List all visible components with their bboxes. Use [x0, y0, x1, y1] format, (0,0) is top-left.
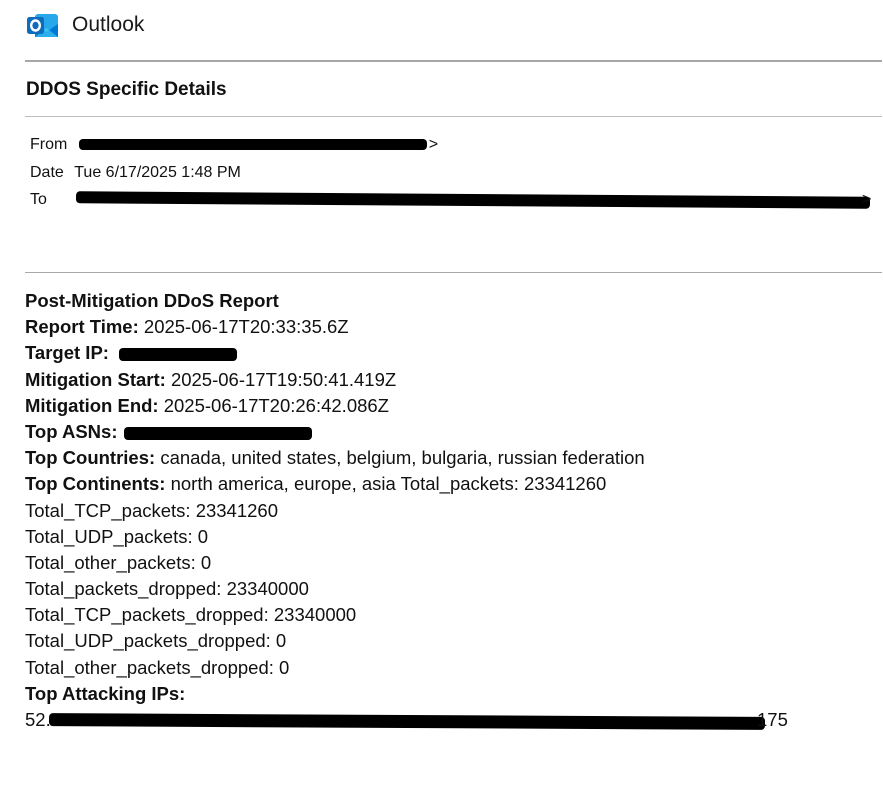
report-time-label: Report Time:	[25, 316, 139, 338]
report-body: Post-Mitigation DDoS Report Report Time:…	[25, 288, 875, 733]
outlook-logo-icon	[27, 14, 58, 37]
top-continents-row: Top Continents: north america, europe, a…	[25, 471, 875, 497]
mitigation-start-row: Mitigation Start: 2025-06-17T19:50:41.41…	[25, 367, 875, 393]
to-suffix: >	[862, 191, 872, 208]
body-divider	[25, 272, 882, 273]
report-title: Post-Mitigation DDoS Report	[25, 290, 279, 311]
app-header: Outlook	[26, 8, 144, 42]
mitigation-end-value: 2025-06-17T20:26:42.086Z	[163, 394, 389, 416]
subject-divider	[25, 116, 882, 117]
top-asns-row: Top ASNs:	[25, 419, 875, 445]
top-continents-value: north america, europe, asia Total_packet…	[170, 473, 607, 495]
stat-other-packets: Total_other_packets: 0	[25, 551, 212, 573]
ips-suffix: 175	[757, 709, 788, 730]
stat-packets-dropped: Total_packets_dropped: 23340000	[25, 578, 309, 600]
top-asns-redaction	[124, 426, 312, 440]
from-redaction	[78, 139, 427, 150]
email-date-row: Date Tue 6/17/2025 1:48 PM	[30, 164, 241, 182]
top-asns-label: Top ASNs:	[25, 420, 118, 442]
top-countries-label: Top Countries:	[25, 447, 156, 469]
report-time-row: Report Time: 2025-06-17T20:33:35.6Z	[25, 314, 875, 340]
top-countries-value: canada, united states, belgium, bulgaria…	[160, 447, 645, 469]
top-continents-label: Top Continents:	[25, 473, 166, 495]
date-label: Date	[30, 164, 64, 181]
email-to-row: To >	[30, 191, 871, 209]
stat-udp-packets-dropped: Total_UDP_packets_dropped: 0	[25, 630, 287, 652]
mitigation-end-row: Mitigation End: 2025-06-17T20:26:42.086Z	[25, 393, 875, 419]
app-title: Outlook	[72, 13, 145, 36]
from-label: From	[30, 136, 68, 154]
top-attacking-ips-row: Top Attacking IPs:	[25, 681, 875, 707]
target-ip-label: Target IP:	[25, 342, 109, 364]
from-value[interactable]	[77, 136, 433, 154]
mitigation-start-label: Mitigation Start:	[25, 368, 166, 390]
target-ip-row: Target IP:	[25, 340, 875, 366]
stat-udp-packets: Total_UDP_packets: 0	[25, 525, 209, 547]
to-redaction	[75, 191, 871, 209]
report-time-value: 2025-06-17T20:33:35.6Z	[143, 316, 349, 338]
header-divider	[25, 60, 882, 62]
mitigation-start-value: 2025-06-17T19:50:41.419Z	[170, 368, 397, 390]
date-value: Tue 6/17/2025 1:48 PM	[74, 164, 241, 181]
stat-tcp-packets: Total_TCP_packets: 23341260	[25, 499, 279, 521]
top-attacking-ips-value: 52. 175	[25, 707, 875, 733]
to-label: To	[30, 191, 47, 208]
stat-tcp-packets-dropped: Total_TCP_packets_dropped: 23340000	[25, 604, 357, 626]
to-value[interactable]: >	[75, 191, 876, 213]
top-attacking-ips-label: Top Attacking IPs:	[25, 682, 186, 704]
email-from-row: From >	[30, 136, 438, 154]
ips-prefix: 52.	[25, 709, 51, 730]
stat-other-packets-dropped: Total_other_packets_dropped: 0	[25, 656, 290, 678]
ips-redaction	[48, 713, 766, 730]
mitigation-end-label: Mitigation End:	[25, 394, 159, 416]
target-ip-redaction	[119, 348, 237, 362]
top-countries-row: Top Countries: canada, united states, be…	[25, 445, 875, 471]
email-subject: DDOS Specific Details	[26, 79, 227, 100]
